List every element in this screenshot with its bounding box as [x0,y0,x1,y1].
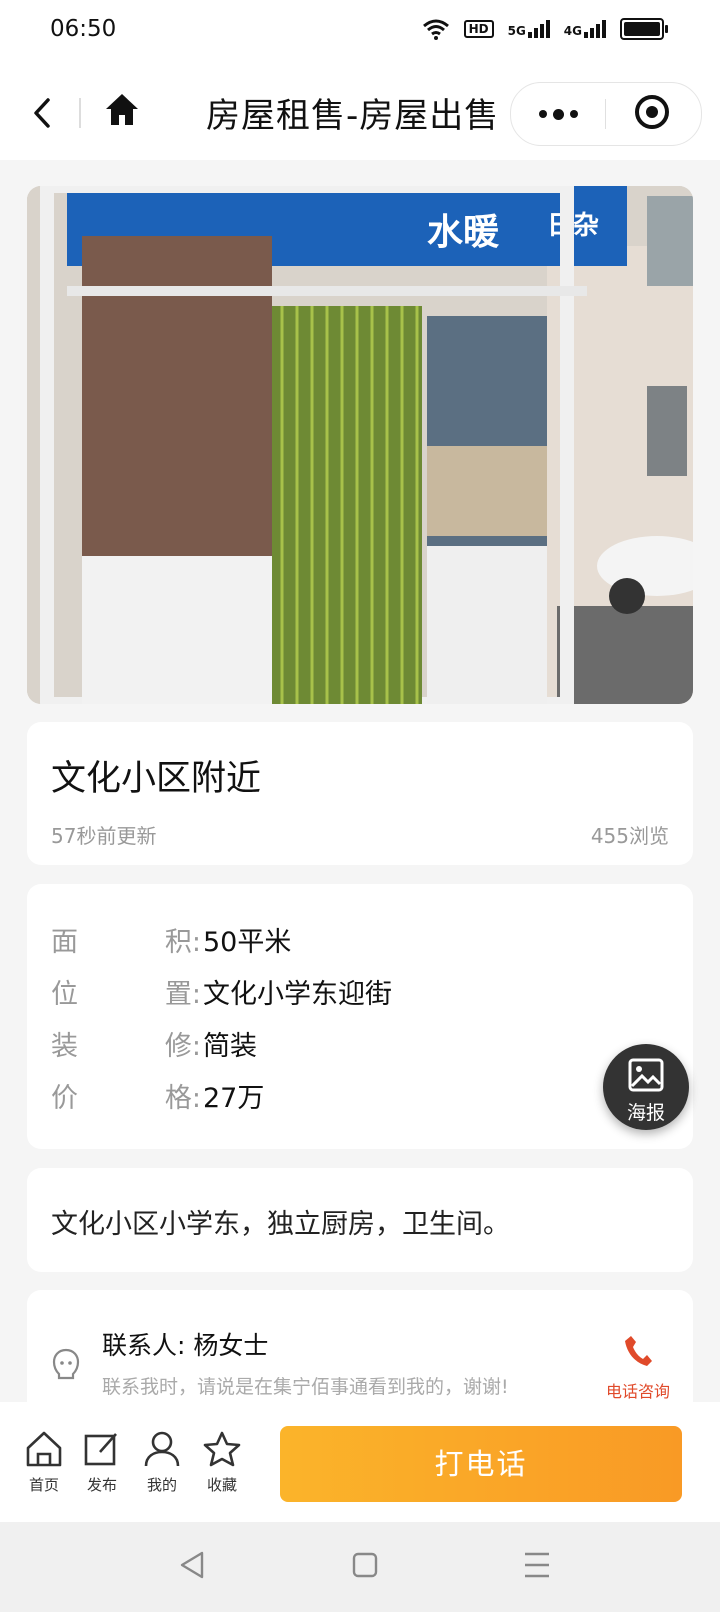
nav-divider [79,98,81,128]
more-icon[interactable] [539,108,578,120]
phone-consult-label: 电话咨询 [605,1382,670,1401]
listing-title: 文化小区附近 [51,759,262,799]
location-value: 文化小学东迎街 [203,979,392,1010]
tab-favorites[interactable]: 收藏 [194,1430,250,1495]
nav-bar: 房屋租售-房屋出售 [0,66,720,160]
storefront-image: 水暖 日杂 [27,186,693,704]
updated-time: 57秒前更新 [51,824,157,848]
tab-home[interactable]: 首页 [16,1430,72,1495]
detail-row-location: 位置: 文化小学东迎街 [51,972,392,1011]
miniapp-capsule [510,82,702,146]
home-icon[interactable] [103,91,141,129]
bottom-action-bar: 首页 发布 我的 收藏 打电话 [0,1402,720,1522]
svg-text:水暖: 水暖 [427,212,500,253]
listing-header-card: 文化小区附近 57秒前更新 455浏览 [27,722,693,865]
detail-row-decoration: 装修: 简装 [51,1024,257,1063]
detail-row-area: 面积: 50平米 [51,920,291,959]
image-icon [628,1058,664,1092]
poster-label: 海报 [626,1102,665,1124]
listing-details-card: 面积: 50平米 位置: 文化小学东迎街 装修: 简装 价格: 27万 [27,884,693,1149]
description-text: 文化小区小学东，独立厨房，卫生间。 [51,1209,510,1240]
system-nav-bar [0,1522,720,1612]
poster-button[interactable]: 海报 [603,1044,689,1130]
detail-row-price: 价格: 27万 [51,1076,264,1115]
star-icon [203,1431,241,1467]
capsule-divider [605,99,606,129]
area-value: 50平米 [203,927,292,958]
user-icon [144,1431,180,1467]
wifi-icon [422,19,449,40]
price-value: 27万 [203,1083,265,1114]
status-icons: HD 5G 4G [422,18,668,40]
view-count: 455浏览 [590,824,669,848]
hd-badge: HD [463,20,494,38]
listing-photo[interactable]: 水暖 日杂 [27,186,693,704]
battery-icon [620,18,668,40]
tab-mine[interactable]: 我的 [134,1430,190,1495]
decoration-value: 简装 [203,1031,257,1062]
status-bar: 06:50 HD 5G 4G [0,0,720,66]
close-miniapp-icon[interactable] [635,95,669,129]
nav-menu-icon[interactable] [523,1550,551,1580]
contact-person-icon [52,1348,80,1380]
tab-publish[interactable]: 发布 [74,1430,130,1495]
status-time: 06:50 [50,16,117,42]
contact-note: 联系我时，请说是在集宁佰事通看到我的，谢谢! [102,1376,509,1398]
back-icon[interactable] [28,94,58,132]
home-outline-icon [26,1431,62,1467]
call-button[interactable]: 打电话 [280,1426,682,1502]
phone-icon [625,1336,652,1366]
nav-home-icon[interactable] [352,1551,378,1579]
signal-5g-icon: 5G [508,20,550,38]
edit-icon [84,1433,117,1466]
contact-name: 联系人: 杨女士 [102,1331,269,1360]
phone-consult-button[interactable]: 电话咨询 [603,1334,673,1402]
nav-back-icon[interactable] [178,1550,206,1580]
description-card: 文化小区小学东，独立厨房，卫生间。 [27,1168,693,1272]
page-title: 房屋租售-房屋出售 [206,96,500,136]
signal-4g-icon: 4G [564,20,606,38]
